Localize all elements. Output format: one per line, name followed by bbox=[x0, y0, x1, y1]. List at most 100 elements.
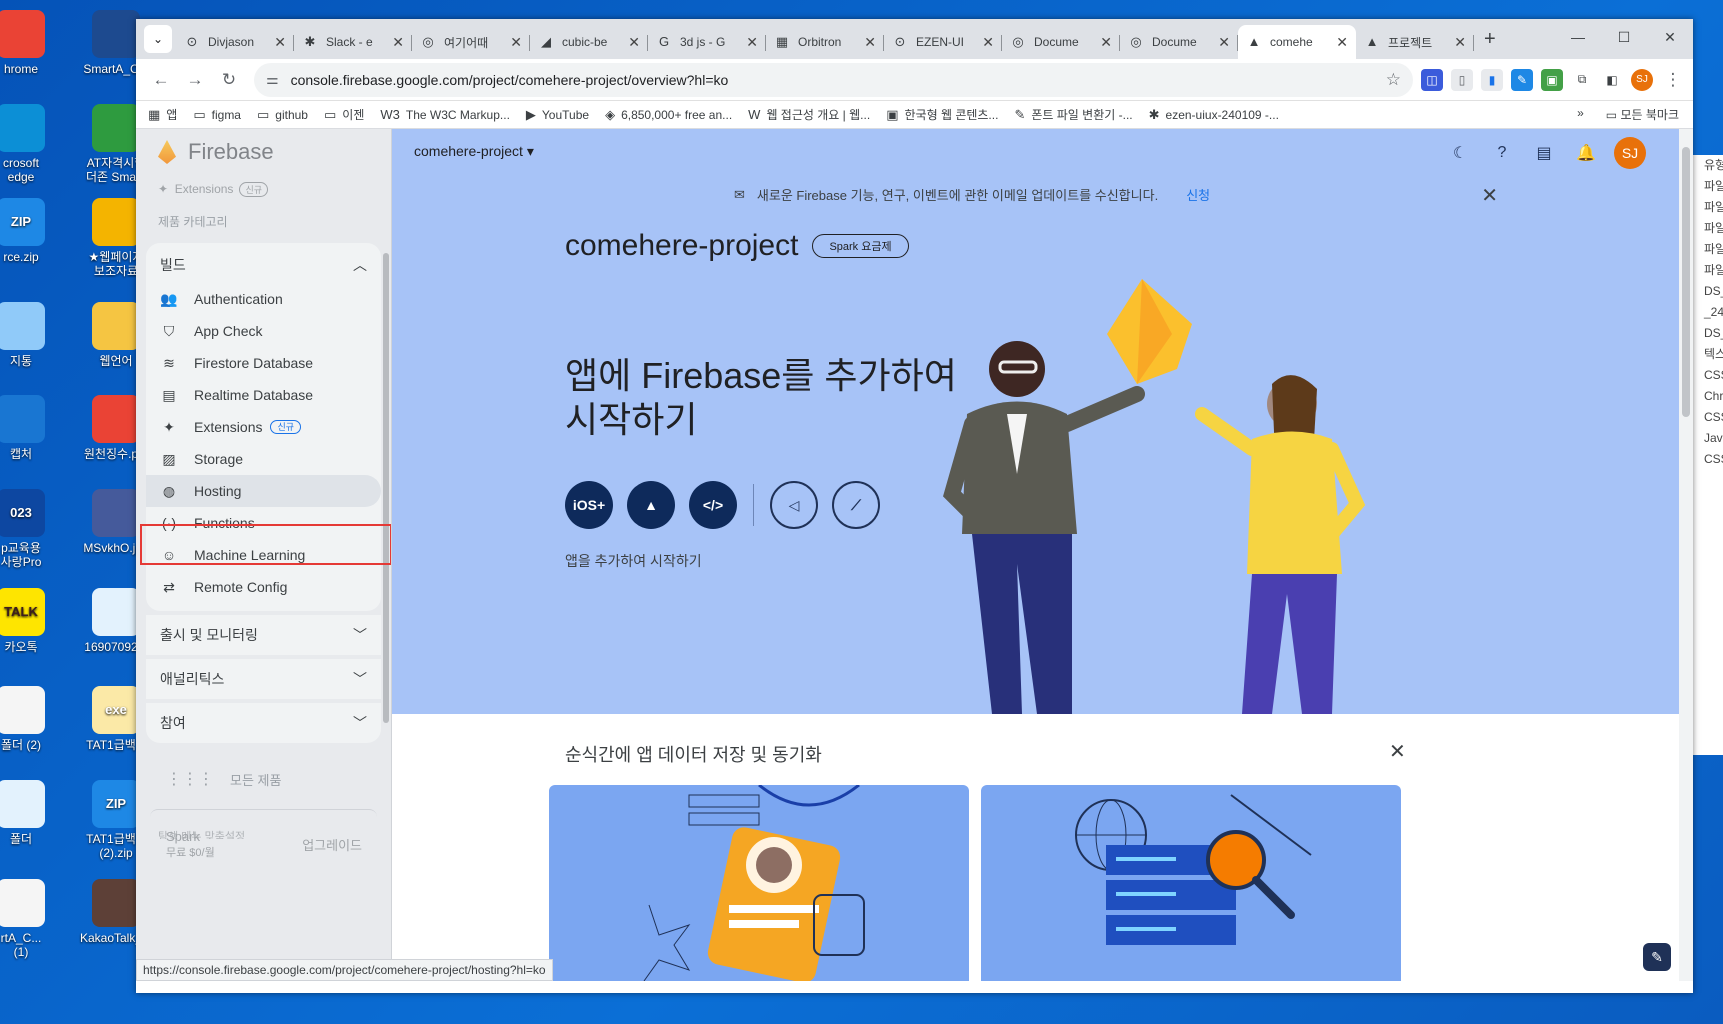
desktop-icon[interactable]: 폴더 bbox=[0, 780, 66, 846]
maximize-button[interactable]: ☐ bbox=[1601, 19, 1647, 55]
explorer-row[interactable]: CSS bbox=[1691, 449, 1723, 470]
desktop-icon[interactable]: ZIP rce.zip bbox=[0, 197, 66, 264]
bookmark-item[interactable]: W3 The W3C Markup... bbox=[380, 106, 510, 123]
extension-icon[interactable]: ✎ bbox=[1511, 68, 1533, 91]
explorer-row[interactable]: 파일 bbox=[1691, 176, 1723, 197]
sidebar-item-hosting[interactable]: ◍ Hosting bbox=[146, 475, 381, 507]
notifications-icon[interactable]: 🔔 bbox=[1572, 139, 1600, 167]
bookmark-item[interactable]: ▶ YouTube bbox=[526, 106, 589, 123]
browser-tab[interactable]: G 3d js - G ✕ bbox=[648, 25, 766, 59]
plan-chip[interactable]: Spark 요금제 bbox=[812, 234, 909, 258]
hosting-card[interactable] bbox=[981, 785, 1401, 981]
edit-fab-icon[interactable]: ✎ bbox=[1643, 943, 1671, 971]
web-button[interactable]: </> bbox=[689, 481, 737, 529]
bookmark-item[interactable]: ▭ figma bbox=[193, 106, 241, 123]
flutter-icon[interactable]: ⟋ bbox=[832, 481, 880, 529]
sidebar-item-app-check[interactable]: ⛉ App Check bbox=[146, 315, 381, 347]
tab-search-button[interactable]: ⌄ bbox=[144, 25, 172, 53]
profile-avatar[interactable]: SJ bbox=[1631, 68, 1653, 91]
browser-tab[interactable]: ◎ Docume ✕ bbox=[1120, 25, 1238, 59]
help-icon[interactable]: ? bbox=[1488, 139, 1516, 167]
build-group-header[interactable]: 빌드 ︿ bbox=[146, 247, 381, 283]
desktop-icon[interactable]: 폴더 (2) bbox=[0, 686, 66, 752]
dark-mode-icon[interactable]: ☾ bbox=[1446, 139, 1474, 167]
browser-tab[interactable]: ◎ Docume ✕ bbox=[1002, 25, 1120, 59]
extension-icon[interactable]: ▣ bbox=[1541, 68, 1563, 91]
menu-kebab-icon[interactable]: ⋮ bbox=[1661, 63, 1685, 97]
extension-icon[interactable]: ▯ bbox=[1451, 68, 1473, 91]
sidebar-group[interactable]: 출시 및 모니터링 ﹀ bbox=[146, 615, 381, 655]
extension-icon[interactable]: ◫ bbox=[1421, 68, 1443, 91]
section-close-icon[interactable]: ✕ bbox=[1389, 739, 1406, 764]
side-panel-icon[interactable]: ◧ bbox=[1601, 68, 1623, 91]
address-bar[interactable]: ⚌ console.firebase.google.com/project/co… bbox=[254, 62, 1413, 97]
explorer-row[interactable]: CSS bbox=[1691, 365, 1723, 386]
desktop-icon[interactable]: rtA_C... (1) bbox=[0, 878, 66, 959]
bookmark-item[interactable]: ▭ github bbox=[257, 106, 308, 123]
close-window-button[interactable]: ✕ bbox=[1647, 19, 1693, 55]
explorer-row[interactable]: 파일 bbox=[1691, 218, 1723, 239]
tab-close-icon[interactable]: ✕ bbox=[510, 34, 522, 51]
upgrade-button[interactable]: 업그레이드 bbox=[302, 835, 362, 854]
bookmark-item[interactable]: ▣ 한국형 웹 콘텐츠... bbox=[886, 106, 998, 123]
banner-close-icon[interactable]: ✕ bbox=[1481, 183, 1498, 208]
tab-close-icon[interactable]: ✕ bbox=[746, 34, 758, 51]
browser-tab[interactable]: ▲ 프로젝트 ✕ bbox=[1356, 25, 1474, 59]
sidebar-item-extensions[interactable]: ✦ Extensions 신규 bbox=[146, 411, 381, 443]
site-info-icon[interactable]: ⚌ bbox=[266, 71, 279, 88]
browser-tab[interactable]: ⊙ Divjason ✕ bbox=[176, 25, 294, 59]
desktop-icon[interactable]: 캡처 bbox=[0, 395, 66, 461]
explorer-row[interactable]: Java bbox=[1691, 428, 1723, 449]
all-products-link[interactable]: ⋮⋮⋮ 모든 제품 bbox=[136, 755, 391, 803]
auth-card[interactable] bbox=[549, 785, 969, 981]
main-scrollbar[interactable] bbox=[1679, 129, 1693, 981]
browser-tab[interactable]: ▦ Orbitron ✕ bbox=[766, 25, 884, 59]
reload-button[interactable]: ↻ bbox=[212, 63, 246, 97]
tab-close-icon[interactable]: ✕ bbox=[274, 34, 286, 51]
browser-tab[interactable]: ◎ 여기어때 ✕ bbox=[412, 25, 530, 59]
bookmarks-overflow-button[interactable]: » bbox=[1577, 106, 1584, 123]
bookmark-star-icon[interactable]: ☆ bbox=[1386, 70, 1401, 90]
desktop-icon[interactable]: 지통 bbox=[0, 301, 66, 368]
firebase-logo[interactable]: Firebase bbox=[136, 129, 391, 175]
all-bookmarks-button[interactable]: ▭ 모든 북마크 bbox=[1606, 106, 1679, 123]
tab-close-icon[interactable]: ✕ bbox=[1454, 34, 1466, 51]
tab-close-icon[interactable]: ✕ bbox=[1218, 34, 1230, 51]
tab-close-icon[interactable]: ✕ bbox=[628, 34, 640, 51]
sidebar-group[interactable]: 애널리틱스 ﹀ bbox=[146, 659, 381, 699]
explorer-row[interactable]: _24 bbox=[1691, 302, 1723, 323]
bookmark-item[interactable]: ◈ 6,850,000+ free an... bbox=[605, 106, 732, 123]
new-tab-button[interactable]: + bbox=[1484, 28, 1496, 51]
banner-signup-link[interactable]: 신청 bbox=[1186, 185, 1210, 204]
back-button[interactable]: ← bbox=[144, 63, 178, 97]
release-notes-icon[interactable]: ▤ bbox=[1530, 139, 1558, 167]
browser-tab[interactable]: ⊙ EZEN-UI ✕ bbox=[884, 25, 1002, 59]
bookmark-item[interactable]: ▦ 앱 bbox=[148, 106, 177, 123]
desktop-icon[interactable]: hrome bbox=[0, 10, 66, 76]
explorer-row[interactable]: CSS bbox=[1691, 407, 1723, 428]
bookmark-item[interactable]: W 웹 접근성 개요 | 웹... bbox=[748, 106, 870, 123]
sidebar-item-storage[interactable]: ▨ Storage bbox=[146, 443, 381, 475]
explorer-row[interactable]: 유형 bbox=[1691, 155, 1723, 176]
sidebar-item-authentication[interactable]: 👥 Authentication bbox=[146, 283, 381, 315]
bookmark-item[interactable]: ✱ ezen-uiux-240109 -... bbox=[1149, 106, 1279, 123]
minimize-button[interactable]: — bbox=[1555, 19, 1601, 55]
browser-tab[interactable]: ◢ cubic-be ✕ bbox=[530, 25, 648, 59]
browser-tab[interactable]: ✱ Slack - e ✕ bbox=[294, 25, 412, 59]
explorer-row[interactable]: 텍스 bbox=[1691, 344, 1723, 365]
ios-button[interactable]: iOS+ bbox=[565, 481, 613, 529]
extension-icon[interactable]: ▮ bbox=[1481, 68, 1503, 91]
android-icon[interactable]: ▲ bbox=[627, 481, 675, 529]
sidebar-item-realtime-database[interactable]: ▤ Realtime Database bbox=[146, 379, 381, 411]
tab-close-icon[interactable]: ✕ bbox=[982, 34, 994, 51]
explorer-row[interactable]: Chr bbox=[1691, 386, 1723, 407]
desktop-icon[interactable]: 023 p교육용 사랑Pro bbox=[0, 488, 66, 569]
explorer-row[interactable]: DS_ bbox=[1691, 323, 1723, 344]
sidebar-item-firestore-database[interactable]: ≋ Firestore Database bbox=[146, 347, 381, 379]
tab-close-icon[interactable]: ✕ bbox=[1100, 34, 1112, 51]
explorer-row[interactable]: 파일 bbox=[1691, 260, 1723, 281]
bookmark-item[interactable]: ▭ 이젠 bbox=[324, 106, 364, 123]
bookmark-item[interactable]: ✎ 폰트 파일 변환기 -... bbox=[1014, 106, 1132, 123]
puzzle-icon[interactable]: ⧉ bbox=[1571, 68, 1593, 91]
explorer-row[interactable]: 파일 bbox=[1691, 197, 1723, 218]
